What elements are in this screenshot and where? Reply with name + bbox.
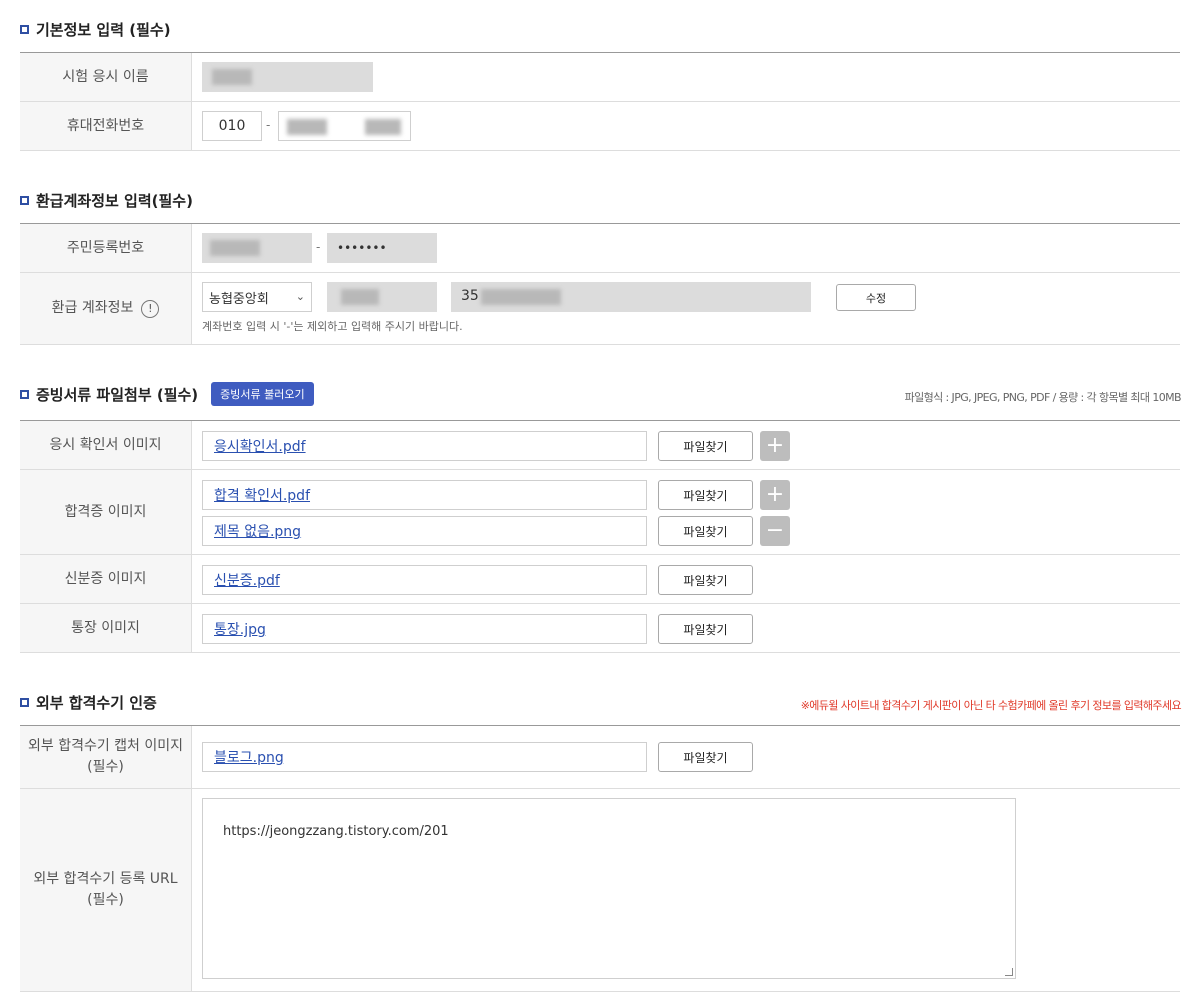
ssn-front-input[interactable] <box>202 233 312 263</box>
name-row: 시험 응시 이름 <box>20 53 1180 102</box>
phone-dash: - <box>266 118 271 132</box>
minus-icon[interactable]: − <box>760 516 790 546</box>
external-notice: ※에듀윌 사이트내 합격수기 게시판이 아닌 타 수험카페에 올린 후기 정보를… <box>800 699 1182 712</box>
account-label: 환급 계좌정보 <box>51 300 134 316</box>
url-textarea[interactable]: https://jeongzzang.tistory.com/201 <box>202 798 1016 979</box>
redacted-text <box>341 289 379 305</box>
edit-button[interactable]: 수정 <box>836 284 916 311</box>
doc-label: 통장 이미지 <box>20 604 192 652</box>
load-documents-button[interactable]: 증빙서류 불러오기 <box>211 382 314 406</box>
resize-handle-icon[interactable] <box>1005 968 1013 976</box>
refund-table: 주민등록번호 - ••••••• 환급 계좌정보 ! 농협중앙회 ⌄ 35 수정… <box>20 223 1180 345</box>
file-input[interactable]: 통장.jpg <box>202 614 647 644</box>
redacted-text <box>210 240 260 256</box>
chevron-down-icon: ⌄ <box>295 290 305 303</box>
plus-icon[interactable]: + <box>760 431 790 461</box>
doc-row-pass-certificate: 합격증 이미지 합격 확인서.pdf 파일찾기 + 제목 없음.png 파일찾기… <box>20 470 1180 555</box>
phone-label: 휴대전화번호 <box>20 102 192 150</box>
capture-row: 외부 합격수기 캡처 이미지 (필수) 블로그.png 파일찾기 <box>20 726 1180 789</box>
info-icon[interactable]: ! <box>141 299 160 318</box>
account-input-2[interactable]: 35 <box>451 282 811 312</box>
section-title-text: 외부 합격수기 인증 <box>36 694 157 712</box>
documents-table: 응시 확인서 이미지 응시확인서.pdf 파일찾기 + 합격증 이미지 합격 확… <box>20 420 1180 653</box>
file-link[interactable]: 통장.jpg <box>214 619 266 639</box>
section-refund-title: 환급계좌정보 입력(필수) <box>20 190 193 211</box>
bank-select[interactable]: 농협중앙회 ⌄ <box>202 282 312 312</box>
file-link[interactable]: 블로그.png <box>214 747 284 767</box>
section-documents-title: 증빙서류 파일첨부 (필수) 증빙서류 불러오기 <box>20 382 314 406</box>
ssn-back-input[interactable]: ••••••• <box>327 233 437 263</box>
section-title-text: 환급계좌정보 입력(필수) <box>36 192 193 210</box>
file-input[interactable]: 블로그.png <box>202 742 647 772</box>
url-label: 외부 합격수기 등록 URL (필수) <box>20 789 192 991</box>
find-file-button[interactable]: 파일찾기 <box>658 565 753 595</box>
section-title-text: 증빙서류 파일첨부 (필수) <box>36 385 199 404</box>
section-title-text: 기본정보 입력 (필수) <box>36 21 171 39</box>
url-row: 외부 합격수기 등록 URL (필수) https://jeongzzang.t… <box>20 789 1180 992</box>
file-input[interactable]: 합격 확인서.pdf <box>202 480 647 510</box>
redacted-text <box>212 69 252 85</box>
account-prefix: 35 <box>461 288 479 304</box>
file-link[interactable]: 제목 없음.png <box>214 521 301 541</box>
section-square-icon <box>20 196 29 205</box>
phone-prefix-input[interactable]: 010 <box>202 111 262 141</box>
phone-middle-input[interactable] <box>278 111 411 141</box>
file-format-note: 파일형식 : JPG, JPEG, PNG, PDF / 용량 : 각 항목별 … <box>904 391 1182 404</box>
find-file-button[interactable]: 파일찾기 <box>658 742 753 772</box>
doc-row-id-card: 신분증 이미지 신분증.pdf 파일찾기 <box>20 555 1180 604</box>
section-external-title: 외부 합격수기 인증 <box>20 692 157 713</box>
account-input-1[interactable] <box>327 282 437 312</box>
doc-row-exam-confirmation: 응시 확인서 이미지 응시확인서.pdf 파일찾기 + <box>20 421 1180 470</box>
name-input[interactable] <box>202 62 373 92</box>
redacted-text <box>365 119 401 135</box>
doc-row-bankbook: 통장 이미지 통장.jpg 파일찾기 <box>20 604 1180 653</box>
file-link[interactable]: 응시확인서.pdf <box>214 436 306 456</box>
account-help-text: 계좌번호 입력 시 '-'는 제외하고 입력해 주시기 바랍니다. <box>202 320 463 333</box>
account-label-cell: 환급 계좌정보 ! <box>20 273 192 344</box>
url-value: https://jeongzzang.tistory.com/201 <box>223 824 449 839</box>
file-input[interactable]: 신분증.pdf <box>202 565 647 595</box>
external-table: 외부 합격수기 캡처 이미지 (필수) 블로그.png 파일찾기 외부 합격수기… <box>20 725 1180 992</box>
ssn-row: 주민등록번호 - ••••••• <box>20 224 1180 273</box>
file-input[interactable]: 응시확인서.pdf <box>202 431 647 461</box>
basic-info-table: 시험 응시 이름 휴대전화번호 010 - <box>20 52 1180 151</box>
ssn-dash: - <box>316 240 321 254</box>
bank-selected-value: 농협중앙회 <box>209 291 269 307</box>
find-file-button[interactable]: 파일찾기 <box>658 431 753 461</box>
redacted-text <box>481 289 561 305</box>
doc-label: 신분증 이미지 <box>20 555 192 603</box>
plus-icon[interactable]: + <box>760 480 790 510</box>
file-input[interactable]: 제목 없음.png <box>202 516 647 546</box>
find-file-button[interactable]: 파일찾기 <box>658 480 753 510</box>
ssn-label: 주민등록번호 <box>20 224 192 272</box>
capture-label: 외부 합격수기 캡처 이미지 (필수) <box>20 726 192 788</box>
phone-row: 휴대전화번호 010 - <box>20 102 1180 151</box>
find-file-button[interactable]: 파일찾기 <box>658 614 753 644</box>
section-square-icon <box>20 25 29 34</box>
name-label: 시험 응시 이름 <box>20 53 192 101</box>
file-link[interactable]: 신분증.pdf <box>214 570 280 590</box>
doc-label: 응시 확인서 이미지 <box>20 421 192 469</box>
section-square-icon <box>20 389 29 399</box>
redacted-text <box>287 119 327 135</box>
account-row: 환급 계좌정보 ! 농협중앙회 ⌄ 35 수정 계좌번호 입력 시 '-'는 제… <box>20 273 1180 345</box>
find-file-button[interactable]: 파일찾기 <box>658 516 753 546</box>
doc-label: 합격증 이미지 <box>20 470 192 554</box>
section-basic-info-title: 기본정보 입력 (필수) <box>20 19 171 40</box>
file-link[interactable]: 합격 확인서.pdf <box>214 485 310 505</box>
section-square-icon <box>20 698 29 707</box>
